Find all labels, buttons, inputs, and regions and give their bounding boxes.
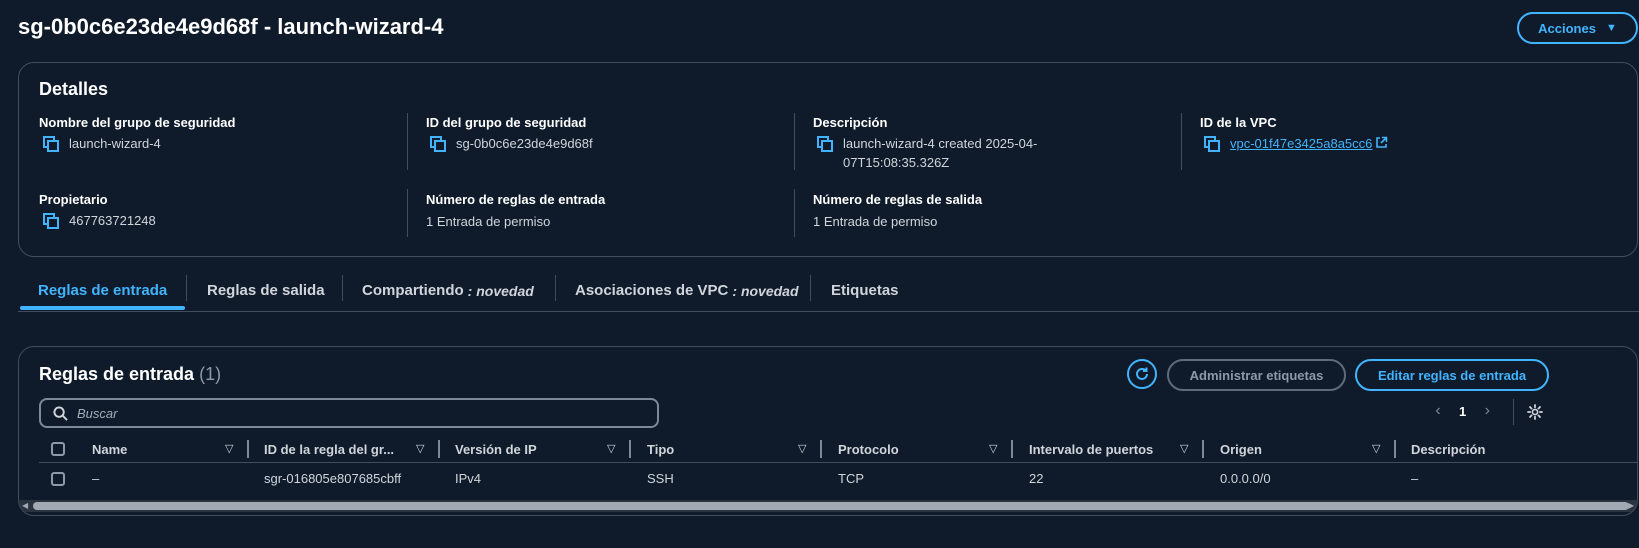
cell-port-range: 22 (1029, 471, 1044, 486)
page-number[interactable]: 1 (1459, 404, 1466, 419)
next-page-icon[interactable]: › (1480, 402, 1494, 420)
table-row[interactable]: – sgr-016805e807685cbff IPv4 SSH TCP 22 … (39, 464, 1637, 494)
field-value: 467763721248 (69, 213, 156, 228)
column-header[interactable]: Protocolo (838, 442, 899, 457)
search-input[interactable]: Buscar (39, 398, 659, 428)
field-value: 1 Entrada de permiso (813, 214, 938, 229)
active-tab-indicator (20, 306, 185, 310)
vpc-link[interactable]: vpc-01f47e3425a8a5cc6 (1230, 134, 1388, 153)
caret-down-icon: ▼ (1605, 22, 1617, 34)
cell-protocol: TCP (838, 471, 864, 486)
copy-icon[interactable] (430, 136, 446, 152)
copy-icon[interactable] (817, 136, 833, 152)
copy-icon[interactable] (43, 213, 59, 229)
column-header[interactable]: Tipo (647, 442, 674, 457)
tab-sharing[interactable]: Compartiendo: novedad (362, 270, 534, 311)
edit-inbound-rules-button[interactable]: Editar reglas de entrada (1355, 359, 1549, 391)
tab-vpc-associations[interactable]: Asociaciones de VPC: novedad (575, 270, 799, 311)
field-label: ID del grupo de seguridad (426, 115, 587, 130)
column-header[interactable]: Descripción (1411, 442, 1485, 457)
cell-name: – (92, 471, 100, 486)
column-header[interactable]: Intervalo de puertos (1029, 442, 1153, 457)
sort-icon[interactable]: ▽ (798, 442, 806, 455)
column-header[interactable]: Origen (1220, 442, 1262, 457)
field-label: Descripción (813, 115, 888, 130)
field-value: 1 Entrada de permiso (426, 214, 551, 229)
scroll-left-icon[interactable]: ◀ (22, 501, 28, 510)
rules-title: Reglas de entrada (1) (39, 364, 222, 384)
sort-icon[interactable]: ▽ (416, 442, 424, 455)
field-value: sg-0b0c6e23de4e9d68f (456, 136, 593, 151)
select-all-checkbox[interactable] (51, 442, 65, 456)
sort-icon[interactable]: ▽ (1180, 442, 1188, 455)
prev-page-icon[interactable]: ‹ (1431, 402, 1445, 420)
horizontal-scrollbar[interactable]: ◀ ▶ (19, 500, 1637, 512)
copy-icon[interactable] (43, 136, 59, 152)
field-outbound-count: Número de reglas de salida 1 Entrada de … (813, 192, 1173, 231)
external-link-icon (1375, 135, 1388, 148)
page-title: sg-0b0c6e23de4e9d68f - launch-wizard-4 (18, 14, 444, 39)
gear-icon[interactable] (1527, 404, 1543, 420)
column-header[interactable]: Versión de IP (455, 442, 537, 457)
search-placeholder: Buscar (77, 405, 118, 421)
scroll-right-icon[interactable]: ▶ (1628, 501, 1634, 510)
tab-outbound-rules[interactable]: Reglas de salida (207, 270, 325, 311)
details-panel: Detalles Nombre del grupo de seguridad l… (18, 62, 1638, 257)
refresh-button[interactable] (1127, 359, 1157, 389)
copy-icon[interactable] (1204, 136, 1220, 152)
tab-bar: Reglas de entrada Reglas de salida Compa… (18, 270, 1639, 312)
tab-tags[interactable]: Etiquetas (831, 270, 899, 311)
sort-icon[interactable]: ▽ (989, 442, 997, 455)
field-label: ID de la VPC (1200, 115, 1277, 130)
cell-type: SSH (647, 471, 674, 486)
field-owner: Propietario 467763721248 (39, 192, 399, 230)
cell-source: 0.0.0.0/0 (1220, 471, 1271, 486)
column-header[interactable]: ID de la regla del gr... (264, 442, 394, 457)
table-header: Name ▽ ID de la regla del gr... ▽ Versió… (39, 437, 1637, 463)
field-label: Nombre del grupo de seguridad (39, 115, 236, 130)
field-label: Número de reglas de salida (813, 192, 983, 207)
search-icon (53, 405, 68, 421)
field-vpc-id: ID de la VPC vpc-01f47e3425a8a5cc6 (1200, 115, 1560, 153)
column-header[interactable]: Name (92, 442, 127, 457)
scrollbar-thumb[interactable] (33, 502, 1629, 510)
field-inbound-count: Número de reglas de entrada 1 Entrada de… (426, 192, 786, 231)
refresh-icon (1136, 367, 1148, 380)
pagination: ‹ 1 › (1431, 402, 1494, 420)
sort-icon[interactable]: ▽ (225, 442, 233, 455)
field-sg-name: Nombre del grupo de seguridad launch-wiz… (39, 115, 399, 153)
details-title: Detalles (39, 79, 109, 99)
field-description: Descripción launch-wizard-4 created 2025… (813, 115, 1073, 172)
field-label: Número de reglas de entrada (426, 192, 606, 207)
actions-label: Acciones (1538, 20, 1596, 36)
actions-button[interactable]: Acciones ▼ (1517, 12, 1638, 44)
cell-ip-version: IPv4 (455, 471, 482, 486)
field-value: launch-wizard-4 (69, 136, 161, 151)
sort-icon[interactable]: ▽ (607, 442, 615, 455)
field-label: Propietario (39, 192, 108, 207)
field-sg-id: ID del grupo de seguridad sg-0b0c6e23de4… (426, 115, 786, 153)
field-value: launch-wizard-4 created 2025-04-07T15:08… (843, 136, 1038, 170)
manage-tags-button[interactable]: Administrar etiquetas (1167, 359, 1346, 391)
row-checkbox[interactable] (51, 472, 65, 486)
cell-rule-id: sgr-016805e807685cbff (264, 471, 402, 486)
sort-icon[interactable]: ▽ (1372, 442, 1380, 455)
tab-inbound-rules[interactable]: Reglas de entrada (38, 270, 167, 311)
cell-description: – (1411, 471, 1419, 486)
inbound-rules-panel: Reglas de entrada (1) Administrar etique… (18, 346, 1638, 516)
